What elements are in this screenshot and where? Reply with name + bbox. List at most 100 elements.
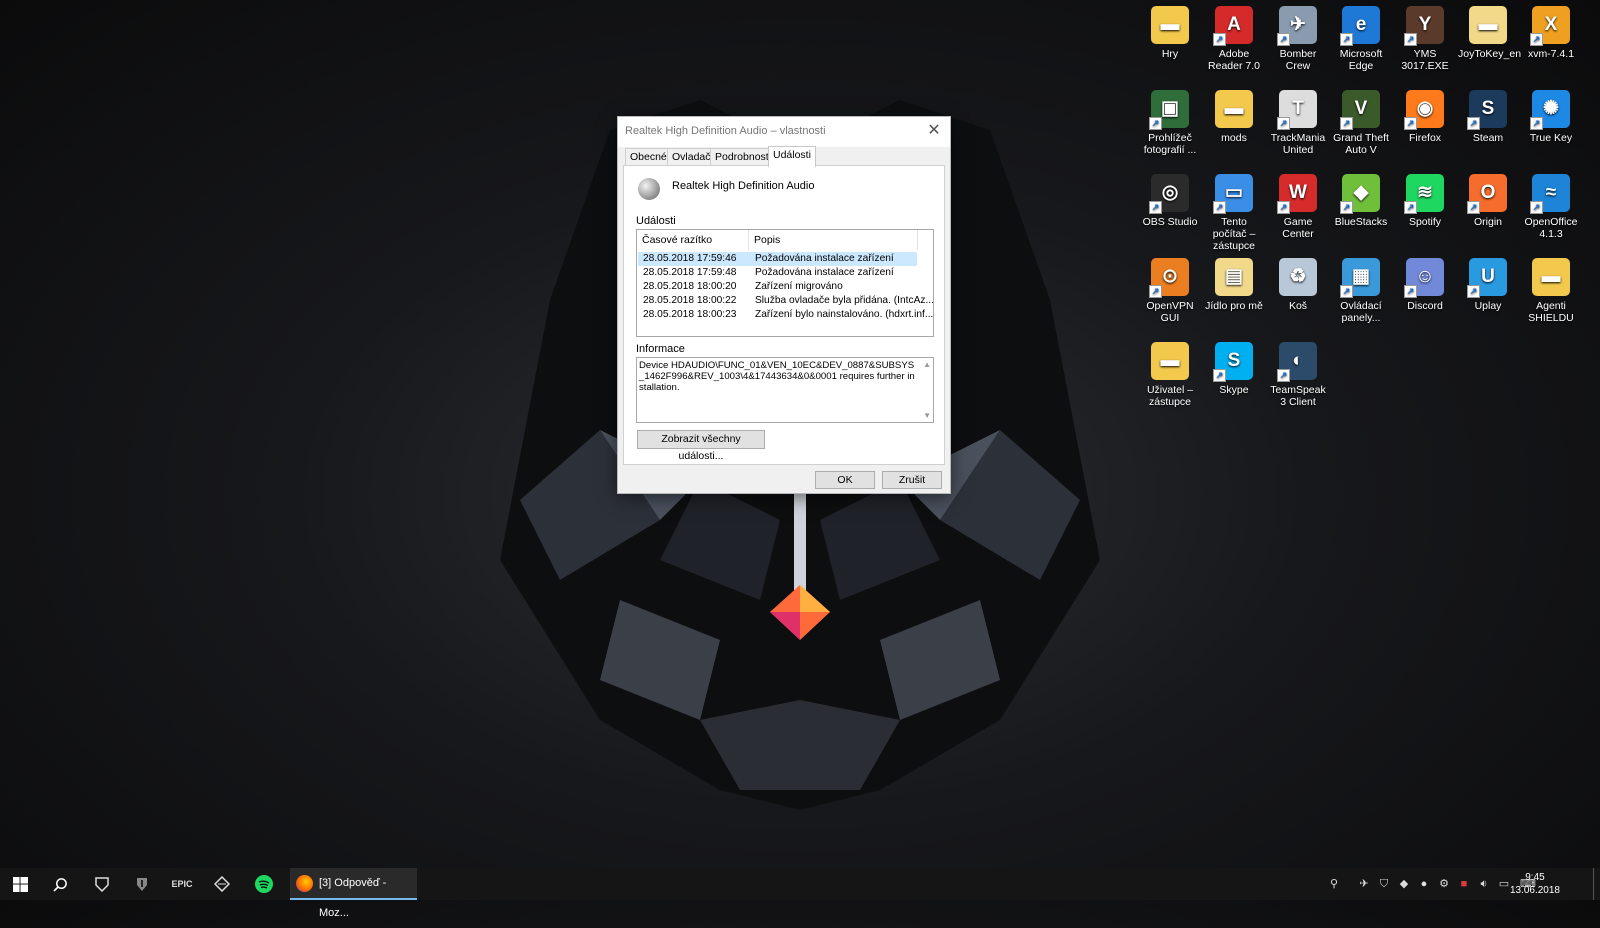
gta-icon: V ↗ (1340, 90, 1380, 130)
shortcut-arrow-icon: ↗ (1404, 285, 1417, 298)
desktop-icon[interactable]: ◎ ↗ OBS Studio (1140, 174, 1200, 228)
desktop-icon[interactable]: ▬ Uživatel – zástupce (1140, 342, 1200, 408)
origin-icon: O ↗ (1467, 174, 1507, 214)
app-tray-icon[interactable]: ● (1416, 876, 1432, 892)
desktop-icon[interactable]: U ↗ Uplay (1458, 258, 1518, 312)
event-row[interactable]: 28.05.2018 17:59:46 Požadována instalace … (638, 252, 917, 266)
information-text: Device HDAUDIO\FUNC_01&VEN_10EC&DEV_0887… (639, 360, 915, 393)
desktop-icon-label: Uplay (1474, 300, 1502, 312)
network-app-icon[interactable] (202, 868, 242, 900)
desktop-icon[interactable]: S ↗ Skype (1204, 342, 1264, 396)
desktop-icon[interactable]: ▬ JoyToKey_en (1458, 6, 1521, 60)
show-desktop-button[interactable] (1593, 868, 1600, 900)
shortcut-arrow-icon: ↗ (1340, 33, 1353, 46)
epic-games-icon[interactable]: EPIC (162, 868, 202, 900)
desktop-icon[interactable]: ♻ Koš (1268, 258, 1328, 312)
shortcut-arrow-icon: ↗ (1404, 33, 1417, 46)
ok-button[interactable]: OK (815, 471, 875, 489)
tab-events[interactable]: Události (768, 146, 816, 167)
desktop-icon-label: Hry (1161, 48, 1179, 60)
events-label: Události (636, 215, 676, 227)
desktop-icon[interactable]: ⊙ ↗ OpenVPN GUI (1140, 258, 1200, 324)
desktop-icon[interactable]: ✺ ↗ True Key (1521, 90, 1581, 144)
taskbar-firefox-window[interactable]: [3] Odpověď - Moz... (290, 868, 417, 919)
shortcut-arrow-icon: ↗ (1149, 201, 1162, 214)
show-all-events-button[interactable]: Zobrazit všechny události... (637, 430, 765, 462)
desktop-icon[interactable]: X ↗ xvm-7.4.1 (1521, 6, 1581, 60)
desktop-icon[interactable]: W ↗ Game Center (1268, 174, 1328, 240)
desktop-icon[interactable]: ◐ ↗ TeamSpeak 3 Client (1268, 342, 1328, 408)
desktop-icon-label: Tento počítač – zástupce (1212, 216, 1256, 252)
event-row[interactable]: 28.05.2018 18:00:22 Služba ovladače byla … (638, 294, 934, 308)
desktop-icon[interactable]: ☺ ↗ Discord (1395, 258, 1455, 312)
desktop-icon-label: mods (1221, 132, 1247, 144)
column-header-description[interactable]: Popis (749, 230, 918, 250)
adobe-reader-icon: A ↗ (1213, 6, 1253, 46)
information-textbox[interactable]: Device HDAUDIO\FUNC_01&VEN_10EC&DEV_0887… (636, 357, 934, 423)
shortcut-arrow-icon: ↗ (1149, 117, 1162, 130)
event-timestamp: 28.05.2018 17:59:46 (643, 253, 737, 264)
event-row[interactable]: 28.05.2018 18:00:20 Zařízení migrováno (638, 280, 917, 294)
event-description: Požadována instalace zařízení (755, 267, 894, 278)
desktop-icon[interactable]: ◆ ↗ BlueStacks (1331, 174, 1391, 228)
dialog-title-bar[interactable]: Realtek High Definition Audio – vlastnos… (618, 117, 950, 147)
desktop-icon[interactable]: ▬ Hry (1140, 6, 1200, 60)
desktop-icon[interactable]: ≋ ↗ Spotify (1395, 174, 1455, 228)
spotify-taskbar-icon[interactable] (244, 868, 284, 900)
shortcut-arrow-icon: ↗ (1213, 369, 1226, 382)
cancel-button[interactable]: Zrušit (882, 471, 942, 489)
tab-driver[interactable]: Ovladač (667, 148, 716, 166)
scroll-up-icon[interactable]: ▲ (923, 360, 931, 369)
tab-details[interactable]: Podrobnosti (710, 148, 777, 166)
tab-general[interactable]: Obecné (625, 148, 672, 166)
desktop-icon[interactable]: ▤ Jídlo pro mě (1204, 258, 1264, 312)
shortcut-arrow-icon: ↗ (1530, 117, 1543, 130)
events-list[interactable]: Časové razítko Popis 28.05.2018 17:59:46… (636, 229, 934, 337)
windows-start-icon[interactable] (0, 868, 40, 900)
volume-icon[interactable]: 🔉︎ (1476, 876, 1492, 892)
clock-date: 13.06.2018 (1509, 885, 1560, 896)
antivirus-tray-icon[interactable]: ■ (1456, 876, 1472, 892)
world-of-tanks-icon[interactable] (122, 868, 162, 900)
desktop-icon[interactable]: S ↗ Steam (1458, 90, 1518, 144)
desktop-icon-label: YMS 3017.EXE (1401, 48, 1449, 72)
nvidia-tray-icon[interactable]: ◆ (1396, 876, 1412, 892)
event-row[interactable]: 28.05.2018 18:00:23 Zařízení bylo nainsta… (638, 308, 933, 322)
network-tray-icon[interactable]: ✈ (1356, 876, 1372, 892)
desktop-icon[interactable]: ▣ ↗ Prohlížeč fotografií ... (1140, 90, 1200, 156)
desktop-icon[interactable]: T ↗ TrackMania United (1268, 90, 1328, 156)
true-key-icon: ✺ ↗ (1530, 90, 1570, 130)
uplay-icon: U ↗ (1467, 258, 1507, 298)
close-icon[interactable]: ✕ (924, 121, 944, 141)
desktop-icon[interactable]: V ↗ Grand Theft Auto V (1331, 90, 1391, 156)
desktop-icon[interactable]: e ↗ Microsoft Edge (1331, 6, 1391, 72)
desktop-icon[interactable]: ▬ Agenti SHIELDU (1521, 258, 1581, 324)
desktop-icon[interactable]: ≈ ↗ OpenOffice 4.1.3 (1521, 174, 1581, 240)
firefox-icon: ◉ ↗ (1404, 90, 1444, 130)
shield-tray-icon[interactable]: ⛉ (1376, 876, 1392, 892)
event-description: Služba ovladače byla přidána. (IntcAz... (755, 295, 934, 306)
steam-tray-icon[interactable]: ⚙ (1436, 876, 1452, 892)
event-row[interactable]: 28.05.2018 17:59:48 Požadována instalace … (638, 266, 917, 280)
desktop-icon[interactable]: ✈ ↗ Bomber Crew (1268, 6, 1328, 72)
speaker-icon (638, 178, 660, 200)
desktop-icon[interactable]: O ↗ Origin (1458, 174, 1518, 228)
desktop-icon[interactable]: A ↗ Adobe Reader 7.0 (1204, 6, 1264, 72)
desktop-icon[interactable]: ◉ ↗ Firefox (1395, 90, 1455, 144)
column-header-timestamp[interactable]: Časové razítko (637, 230, 749, 250)
desktop-icon[interactable]: ▭ ↗ Tento počítač – zástupce (1204, 174, 1264, 252)
desktop-icon[interactable]: ▬ mods (1204, 90, 1264, 144)
desktop-icon-label: Agenti SHIELDU (1528, 300, 1574, 324)
event-description: Zařízení bylo nainstalováno. (hdxrt.inf.… (755, 309, 934, 320)
shortcut-arrow-icon: ↗ (1530, 201, 1543, 214)
shortcut-arrow-icon: ↗ (1467, 117, 1480, 130)
people-icon[interactable]: ⚲ (1326, 876, 1342, 892)
clock[interactable]: 9:45 13.06.2018 (1510, 871, 1560, 897)
search-icon[interactable] (40, 868, 80, 900)
shortcut-arrow-icon: ↗ (1404, 117, 1417, 130)
desktop-icon[interactable]: Y ↗ YMS 3017.EXE (1395, 6, 1455, 72)
properties-dialog: Realtek High Definition Audio – vlastnos… (617, 116, 951, 494)
desktop-icon[interactable]: ▦ ↗ Ovládací panely... (1331, 258, 1391, 324)
scroll-down-icon[interactable]: ▼ (923, 411, 931, 420)
msi-dragon-icon[interactable] (82, 868, 122, 900)
